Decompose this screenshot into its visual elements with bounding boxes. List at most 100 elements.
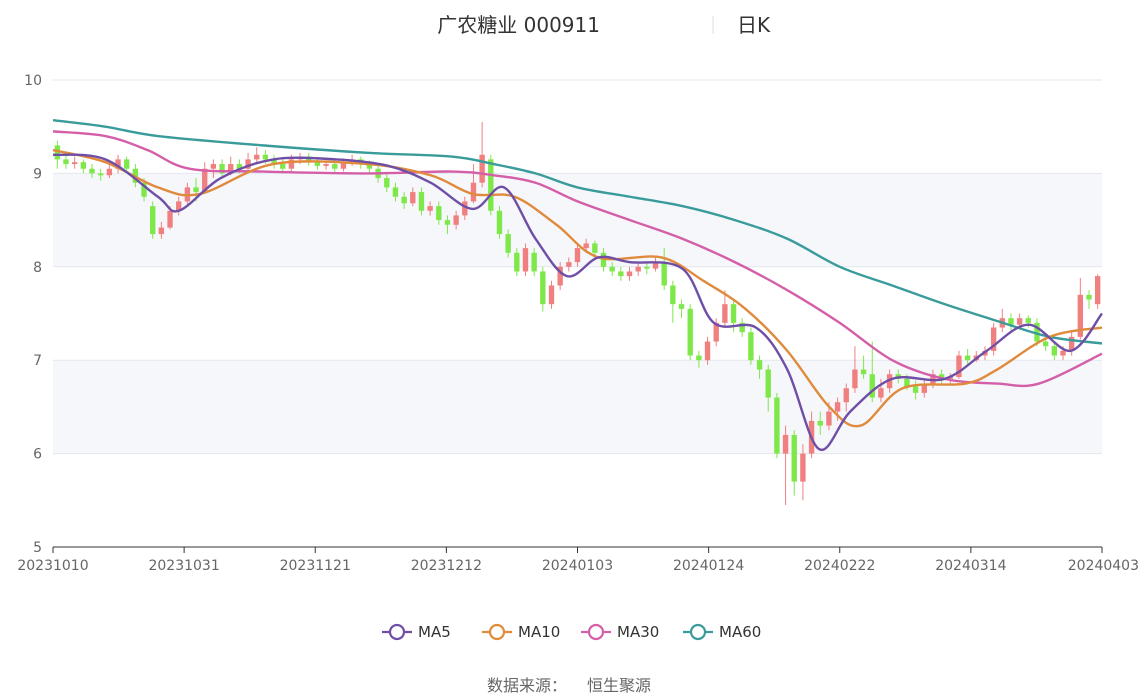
candle-body — [912, 386, 919, 393]
candle — [618, 266, 624, 281]
candle — [852, 346, 858, 393]
candle-body — [496, 210, 503, 235]
candle-body — [765, 369, 771, 398]
x-tick-label: 20231010 — [17, 558, 88, 574]
legend-marker — [587, 623, 605, 641]
candle — [687, 304, 693, 361]
y-tick-label: 8 — [33, 260, 42, 276]
candle-body — [89, 168, 95, 174]
candle-body — [124, 159, 130, 169]
candle-body — [592, 243, 598, 253]
candle-body — [774, 397, 780, 454]
candle-body — [1094, 276, 1101, 305]
candle-body — [314, 162, 321, 166]
chart-title: 广农糖业 000911 — [437, 13, 600, 37]
legend-item-ma30[interactable]: MA30 — [581, 623, 659, 641]
candle — [314, 158, 321, 170]
candle-body — [566, 262, 572, 267]
x-tick-label: 20231121 — [280, 558, 351, 574]
candle-body — [678, 304, 685, 309]
legend-label: MA10 — [518, 623, 560, 641]
candle-body — [817, 420, 823, 426]
candle — [739, 318, 745, 337]
candle — [306, 152, 312, 166]
candle-body — [756, 360, 763, 370]
candle-body — [150, 206, 156, 235]
legend-marker — [388, 623, 406, 641]
candle — [271, 154, 277, 169]
candle-body — [583, 243, 589, 249]
legend-item-ma10[interactable]: MA10 — [482, 623, 560, 641]
candle-body — [635, 266, 641, 272]
candle-body — [843, 388, 849, 403]
candle-body — [696, 355, 702, 361]
source-name: 恒生聚源 — [587, 676, 651, 695]
candle — [1086, 290, 1092, 309]
candle-body — [505, 234, 511, 253]
candle-body — [1016, 318, 1023, 325]
candle — [774, 392, 780, 459]
candle-body — [704, 341, 711, 361]
candle — [678, 299, 685, 319]
y-tick-label: 5 — [33, 540, 42, 556]
candle-body — [644, 266, 650, 269]
y-tick-label: 9 — [33, 166, 42, 182]
candle-body — [193, 187, 199, 193]
candle-body — [332, 164, 338, 169]
candle-body — [826, 411, 832, 426]
candle-body — [964, 355, 971, 361]
legend-item-ma5[interactable]: MA5 — [382, 623, 451, 641]
candle-body — [540, 271, 546, 305]
band — [53, 360, 1102, 454]
candle-body — [514, 252, 520, 272]
candle-body — [106, 168, 113, 176]
candle — [522, 243, 529, 277]
period-label[interactable]: 日K — [737, 13, 771, 37]
candle — [626, 266, 633, 281]
candle-body — [852, 369, 858, 389]
y-tick-label: 7 — [33, 353, 42, 369]
candle-body — [323, 164, 329, 166]
candle-body — [548, 285, 555, 305]
candle-body — [878, 388, 884, 398]
candle — [956, 350, 962, 379]
x-tick-label: 20240103 — [542, 558, 613, 574]
candle-body — [661, 262, 667, 286]
candle-body — [80, 162, 87, 169]
candle-body — [1060, 350, 1066, 356]
candle-body — [392, 187, 399, 197]
candle — [470, 164, 477, 204]
candle-body — [574, 248, 581, 263]
candle-body — [626, 271, 633, 277]
candle-body — [488, 159, 494, 211]
candle-body — [860, 369, 867, 375]
candle — [670, 280, 676, 323]
x-tick-label: 20240124 — [673, 558, 744, 574]
candle — [748, 327, 754, 365]
legend-item-ma60[interactable]: MA60 — [683, 623, 761, 641]
background-bands — [53, 173, 1102, 454]
candle-body — [254, 154, 260, 160]
candle-body — [384, 178, 390, 188]
candle-body — [782, 434, 789, 454]
x-tick-label: 20240314 — [935, 558, 1006, 574]
candle-body — [158, 227, 165, 235]
candle-body — [427, 206, 433, 211]
y-axis-ticks: 5 6 7 8 9 10 — [24, 73, 42, 556]
candle-body — [479, 154, 485, 183]
candle — [1094, 274, 1101, 309]
candle-body — [609, 266, 615, 272]
legend[interactable]: MA5 MA10 MA30 MA60 — [382, 623, 761, 641]
candle-body — [63, 159, 69, 165]
candle-body — [97, 173, 104, 176]
legend-label: MA5 — [418, 623, 451, 641]
candle-body — [670, 285, 676, 305]
candle — [71, 156, 78, 169]
x-tick-label: 20240222 — [804, 558, 875, 574]
candle — [63, 154, 69, 169]
candle — [548, 280, 555, 309]
x-axis: 20231010 20231031 20231121 20231212 20240103… — [17, 546, 1139, 574]
x-tick-label: 20231031 — [148, 558, 219, 574]
candle — [245, 152, 251, 172]
candle-body — [522, 248, 529, 272]
